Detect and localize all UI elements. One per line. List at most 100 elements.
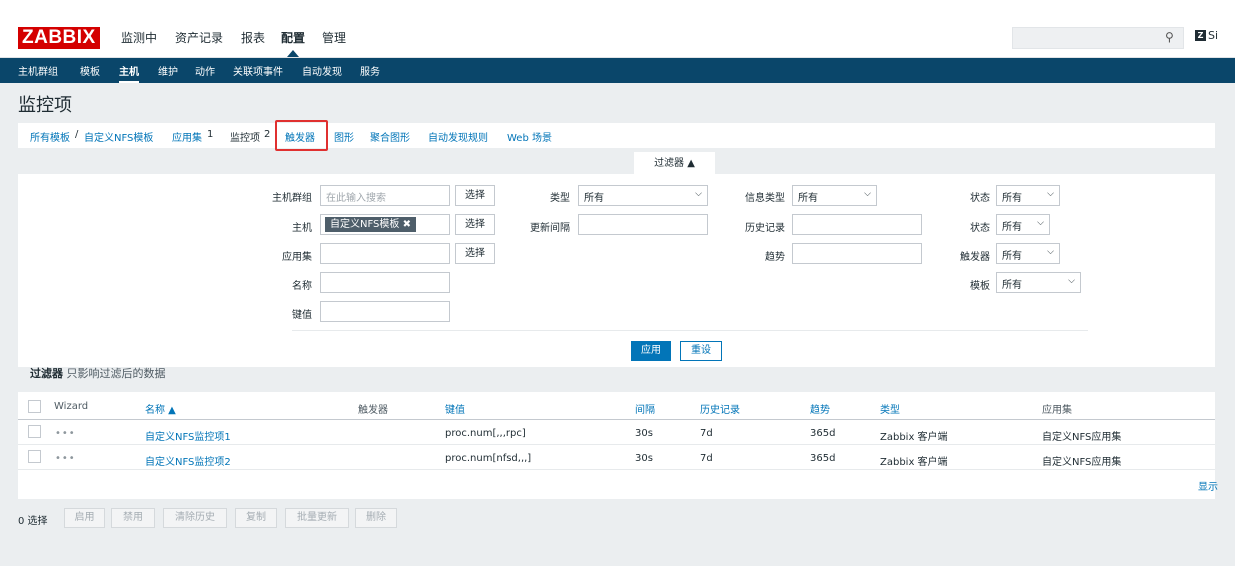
nav-configuration[interactable]: 配置 bbox=[281, 29, 305, 46]
row-checkbox[interactable] bbox=[28, 425, 41, 438]
item-interval: 30s bbox=[635, 453, 653, 464]
chevron-down-icon: ⌵ bbox=[1047, 247, 1054, 257]
wizard-menu[interactable]: ••• bbox=[55, 453, 76, 464]
name-input[interactable] bbox=[320, 272, 450, 293]
sub-navigation-bar bbox=[0, 58, 1235, 83]
item-trends: 365d bbox=[810, 453, 836, 464]
select-all-checkbox[interactable] bbox=[28, 400, 41, 413]
subnav-discovery[interactable]: 自动发现 bbox=[302, 63, 342, 78]
clear-history-button[interactable]: 清除历史 bbox=[163, 508, 227, 528]
trends-input[interactable] bbox=[792, 243, 922, 264]
nav-monitoring[interactable]: 监测中 bbox=[121, 29, 157, 46]
disable-button[interactable]: 禁用 bbox=[111, 508, 155, 528]
column-header-name[interactable]: 名称 ▲ bbox=[145, 401, 176, 416]
tab-graphs[interactable]: 图形 bbox=[334, 129, 354, 144]
breadcrumb-template[interactable]: 自定义NFS模板 bbox=[84, 129, 153, 144]
tab-web-scenarios[interactable]: Web 场景 bbox=[507, 129, 552, 144]
column-header-triggers: 触发器 bbox=[358, 405, 388, 416]
column-header-key[interactable]: 键值 bbox=[445, 401, 465, 416]
item-type: Zabbix 客户端 bbox=[880, 457, 948, 468]
triggers-filter-value: 所有 bbox=[1002, 251, 1022, 262]
subnav-templates[interactable]: 模板 bbox=[80, 63, 100, 78]
filter-note-text: 只影响过滤后的数据 bbox=[63, 367, 166, 380]
breadcrumb-separator: / bbox=[75, 129, 79, 140]
triggers-filter-select[interactable]: 所有 ⌵ bbox=[996, 243, 1060, 264]
row-checkbox[interactable] bbox=[28, 450, 41, 463]
item-name-link[interactable]: 自定义NFS监控项1 bbox=[145, 428, 231, 443]
wizard-menu[interactable]: ••• bbox=[55, 428, 76, 439]
subnav-maintenance[interactable]: 维护 bbox=[158, 63, 178, 78]
column-header-wizard: Wizard bbox=[54, 401, 89, 412]
tab-applications-count: 1 bbox=[207, 129, 214, 140]
host-group-input[interactable]: 在此输入搜索 bbox=[320, 185, 450, 206]
host-tag[interactable]: 自定义NFS模板 ✖ bbox=[325, 217, 416, 232]
host-select-button[interactable]: 选择 bbox=[455, 214, 495, 235]
status-select[interactable]: 所有 ⌵ bbox=[996, 214, 1050, 235]
tab-screens[interactable]: 聚合图形 bbox=[370, 129, 410, 144]
triggers-filter-label: 触发器 bbox=[960, 252, 990, 263]
item-history: 7d bbox=[700, 428, 713, 439]
row-divider bbox=[18, 469, 1215, 470]
reset-button[interactable]: 重设 bbox=[680, 341, 722, 361]
breadcrumb-all-templates[interactable]: 所有模板 bbox=[30, 129, 70, 144]
apply-button[interactable]: 应用 bbox=[631, 341, 671, 361]
item-key: proc.num[,,,rpc] bbox=[445, 428, 526, 439]
history-input[interactable] bbox=[792, 214, 922, 235]
status-label: 状态 bbox=[970, 223, 990, 234]
column-header-interval[interactable]: 间隔 bbox=[635, 401, 655, 416]
info-type-select[interactable]: 所有 ⌵ bbox=[792, 185, 877, 206]
table-header-divider bbox=[18, 419, 1215, 420]
column-header-trends[interactable]: 趋势 bbox=[810, 401, 830, 416]
key-input[interactable] bbox=[320, 301, 450, 322]
tab-discovery-rules[interactable]: 自动发现规则 bbox=[428, 129, 488, 144]
mass-update-button[interactable]: 批量更新 bbox=[285, 508, 349, 528]
subnav-host-groups[interactable]: 主机群组 bbox=[18, 63, 58, 78]
delete-button[interactable]: 删除 bbox=[355, 508, 397, 528]
host-group-select-button[interactable]: 选择 bbox=[455, 185, 495, 206]
chevron-down-icon: ⌵ bbox=[695, 189, 702, 199]
template-filter-value: 所有 bbox=[1002, 280, 1022, 291]
interval-input[interactable] bbox=[578, 214, 708, 235]
search-icon[interactable]: ⚲ bbox=[1165, 30, 1174, 44]
name-label: 名称 bbox=[292, 281, 312, 292]
zabbix-logo[interactable]: ZABBIX bbox=[18, 27, 100, 49]
subnav-event-correlation[interactable]: 关联项事件 bbox=[233, 63, 283, 78]
tab-items[interactable]: 监控项 bbox=[230, 129, 260, 144]
nav-reports[interactable]: 报表 bbox=[241, 29, 265, 46]
subnav-hosts[interactable]: 主机 bbox=[119, 63, 139, 83]
column-header-applications: 应用集 bbox=[1042, 405, 1072, 416]
nav-administration[interactable]: 管理 bbox=[322, 29, 346, 46]
application-select-button[interactable]: 选择 bbox=[455, 243, 495, 264]
nav-inventory[interactable]: 资产记录 bbox=[175, 29, 223, 46]
application-input[interactable] bbox=[320, 243, 450, 264]
info-type-select-value: 所有 bbox=[798, 193, 818, 204]
type-label: 类型 bbox=[550, 193, 570, 204]
chevron-down-icon: ⌵ bbox=[1037, 218, 1044, 228]
share-link[interactable]: Si bbox=[1208, 29, 1218, 42]
template-filter-label: 模板 bbox=[970, 281, 990, 292]
item-trends: 365d bbox=[810, 428, 836, 439]
item-interval: 30s bbox=[635, 428, 653, 439]
global-search-input[interactable] bbox=[1012, 27, 1184, 49]
subnav-services[interactable]: 服务 bbox=[360, 63, 380, 78]
selected-count: 0 选择 bbox=[18, 516, 48, 527]
copy-button[interactable]: 复制 bbox=[235, 508, 277, 528]
filter-divider bbox=[292, 330, 1088, 331]
column-header-type[interactable]: 类型 bbox=[880, 401, 900, 416]
column-header-history[interactable]: 历史记录 bbox=[700, 401, 740, 416]
chevron-down-icon: ⌵ bbox=[1068, 276, 1075, 286]
enable-button[interactable]: 启用 bbox=[64, 508, 105, 528]
filter-toggle-tab[interactable]: 过滤器 ▲ bbox=[634, 152, 715, 175]
template-filter-select[interactable]: 所有 ⌵ bbox=[996, 272, 1081, 293]
state-select[interactable]: 所有 ⌵ bbox=[996, 185, 1060, 206]
displaying-count: 显示 bbox=[1198, 482, 1218, 493]
host-group-label: 主机群组 bbox=[272, 193, 312, 204]
tab-applications[interactable]: 应用集 bbox=[172, 129, 202, 144]
state-select-value: 所有 bbox=[1002, 193, 1022, 204]
tab-items-count: 2 bbox=[264, 129, 271, 140]
subnav-actions[interactable]: 动作 bbox=[195, 63, 215, 78]
item-name-link[interactable]: 自定义NFS监控项2 bbox=[145, 453, 231, 468]
share-icon[interactable]: Z bbox=[1195, 30, 1206, 41]
host-label: 主机 bbox=[292, 223, 312, 234]
type-select[interactable]: 所有 ⌵ bbox=[578, 185, 708, 206]
